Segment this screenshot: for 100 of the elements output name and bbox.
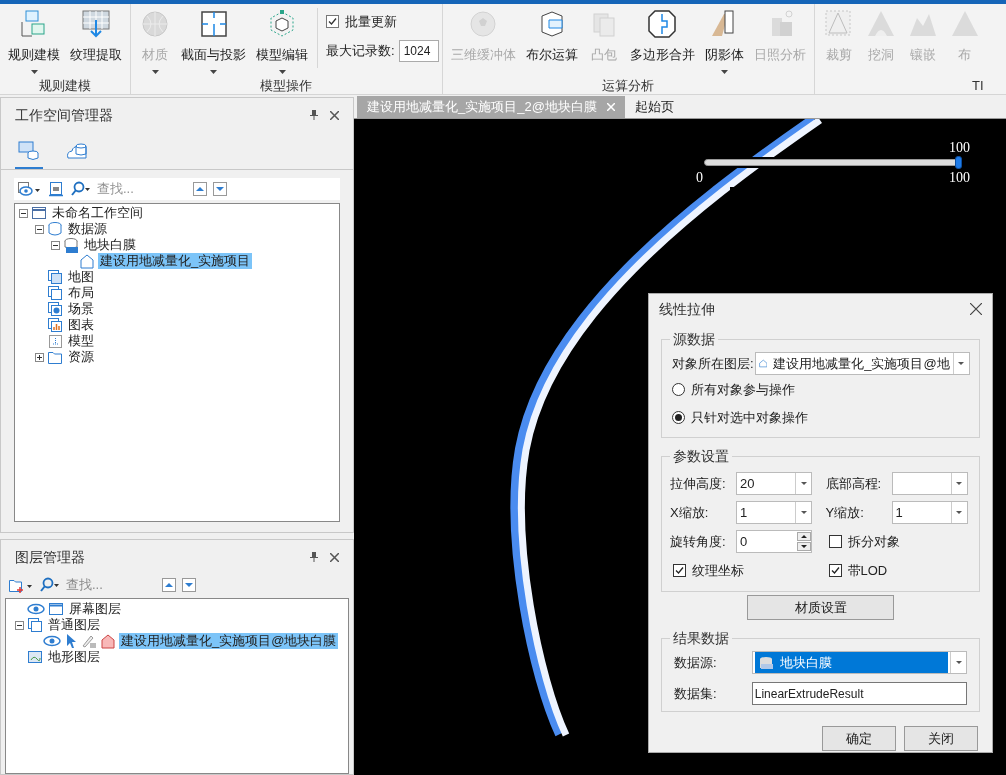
ribbon-button[interactable]: 模型编辑 <box>251 8 313 74</box>
document-tab[interactable]: 起始页 <box>624 96 684 118</box>
field-label: 数据源: <box>674 653 718 672</box>
tree-item[interactable]: 图表 <box>66 317 96 333</box>
tree-item[interactable]: 数据源 <box>66 221 109 237</box>
tree-item[interactable]: 场景 <box>66 301 96 317</box>
dropdown-arrow-icon[interactable] <box>800 511 807 514</box>
move-down-icon[interactable] <box>182 578 196 592</box>
move-up-icon[interactable] <box>193 182 207 196</box>
pencil-lock-icon <box>81 633 97 649</box>
field-label: 旋转角度: <box>670 532 727 551</box>
window-icon <box>48 601 64 617</box>
slider-thumb[interactable] <box>955 156 962 169</box>
ribbon-button[interactable]: 布尔运算 <box>520 8 583 74</box>
layout-window-icon <box>47 285 63 301</box>
group-label: 运算分析 <box>601 77 656 94</box>
field-label: Y缩放: <box>825 503 865 522</box>
dropdown-arrow-icon[interactable] <box>800 482 807 485</box>
dataset-name-field[interactable]: LinearExtrudeResult <box>751 682 967 705</box>
database-icon <box>757 655 774 670</box>
eye-icon <box>43 633 61 649</box>
collapse-toggle[interactable] <box>34 224 44 234</box>
layer-group-icon <box>27 617 43 633</box>
map-window-icon <box>47 269 63 285</box>
dialog-button[interactable]: 确定 <box>822 726 896 751</box>
pointer-icon <box>64 633 78 649</box>
pin-icon[interactable] <box>310 552 318 562</box>
dialog-button[interactable]: 关闭 <box>904 726 978 751</box>
ribbon-button[interactable]: 纹理提取 <box>65 8 127 74</box>
close-icon[interactable] <box>330 110 339 120</box>
close-icon[interactable] <box>330 552 339 562</box>
group-label: 模型操作 <box>259 77 314 94</box>
search-field[interactable]: 查找... <box>97 179 187 199</box>
dropdown-arrow-icon[interactable] <box>955 661 962 664</box>
checkbox[interactable] <box>828 564 842 577</box>
tree-item[interactable]: 地块白膜 <box>82 237 138 253</box>
search-bar[interactable]: 查找... <box>14 178 340 200</box>
move-down-icon[interactable] <box>213 182 227 196</box>
combo-box[interactable]: 1 <box>891 501 968 524</box>
ribbon-button[interactable]: 规则建模 <box>3 8 65 74</box>
field-label: 数据集: <box>674 684 718 703</box>
house-icon <box>100 633 116 649</box>
radio-button[interactable] <box>672 383 685 396</box>
dropdown-arrow-icon[interactable] <box>956 482 962 485</box>
eye-menu-icon[interactable] <box>17 181 41 197</box>
tree-item[interactable]: 建设用地减量化_实施项目@地块白膜 <box>119 633 339 649</box>
ribbon-button[interactable]: 阴影体 <box>699 8 749 74</box>
tree-item[interactable]: 地图 <box>66 269 96 285</box>
tree-item[interactable]: 资源 <box>66 349 96 365</box>
slider-value: 100 <box>949 141 970 155</box>
ribbon-button[interactable]: 截面与投影 <box>176 8 251 74</box>
checkbox[interactable] <box>828 535 842 548</box>
ribbon-button[interactable]: 多边形合并 <box>624 8 700 74</box>
section-title: 参数设置 <box>670 447 732 465</box>
terrain-layer-icon <box>27 649 43 665</box>
pin-icon[interactable] <box>310 110 318 120</box>
layer-combo-box[interactable]: 建设用地减量化_实施项目@地 <box>754 352 970 375</box>
section-title: 结果数据 <box>670 629 732 647</box>
field-label: 最大记录数: <box>326 41 395 60</box>
tree-item[interactable]: 屏幕图层 <box>67 601 123 617</box>
slider-track[interactable] <box>704 156 962 169</box>
tree-item[interactable]: 建设用地减量化_实施项目 <box>98 253 253 269</box>
collapse-toggle[interactable] <box>18 208 28 218</box>
add-layer-group-icon[interactable] <box>8 577 34 593</box>
field-label: 底部高程: <box>825 474 883 493</box>
slider-max-label: 100 <box>949 171 970 185</box>
spin-arrows-icon[interactable] <box>797 532 811 551</box>
checkmark-icon <box>328 17 337 27</box>
collapse-toggle[interactable] <box>14 620 24 630</box>
tree-item[interactable]: 未命名工作空间 <box>50 205 145 221</box>
datasource-combo-box[interactable]: 地块白膜 <box>751 651 967 674</box>
field-label: X缩放: <box>670 503 710 522</box>
tree-item[interactable]: 布局 <box>66 285 96 301</box>
max-records-field[interactable]: 1024 <box>398 39 439 62</box>
search-icon[interactable] <box>71 181 91 197</box>
combo-box[interactable]: 1 <box>736 501 812 524</box>
dropdown-arrow-icon[interactable] <box>956 511 962 514</box>
spin-box[interactable]: 0 <box>736 530 812 553</box>
collapse-toggle[interactable] <box>50 240 60 250</box>
search-icon[interactable] <box>40 577 60 593</box>
tree-item[interactable]: 模型 <box>66 333 96 349</box>
tree-item[interactable]: 普通图层 <box>46 617 102 633</box>
house-outline-icon <box>758 357 768 370</box>
expand-toggle[interactable] <box>34 352 44 362</box>
checkbox[interactable] <box>673 564 686 577</box>
dialog-title: 线性拉伸 <box>659 299 716 319</box>
radio-button[interactable] <box>672 411 685 424</box>
field-label: 拉伸高度: <box>670 474 727 493</box>
checkbox-label: 批量更新 <box>345 13 397 31</box>
field-label: 对象所在图层: <box>672 354 754 373</box>
combo-box[interactable]: 20 <box>736 472 812 495</box>
search-field[interactable]: 查找... <box>66 575 156 595</box>
chart-window-icon <box>47 317 63 333</box>
move-up-icon[interactable] <box>162 578 176 592</box>
tree-item[interactable]: 地形图层 <box>46 649 102 665</box>
dropdown-arrow-icon[interactable] <box>958 362 965 365</box>
material-settings-button[interactable]: 材质设置 <box>747 595 894 620</box>
close-icon[interactable] <box>970 303 982 315</box>
document-icon[interactable] <box>47 181 65 197</box>
checkbox[interactable] <box>326 15 339 29</box>
